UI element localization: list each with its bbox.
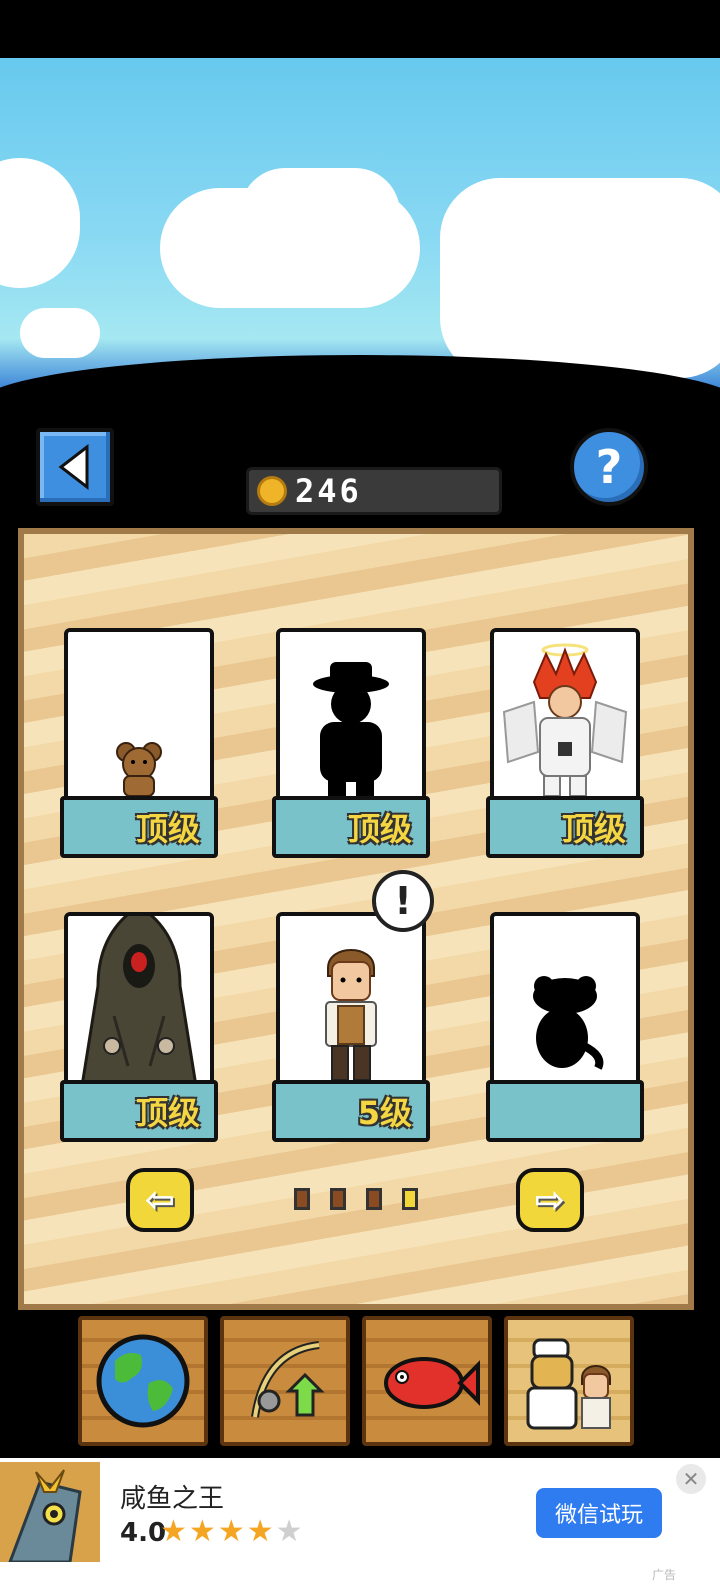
star-icon: ★ bbox=[160, 1514, 189, 1549]
page-dot bbox=[294, 1188, 310, 1210]
card-portrait bbox=[490, 628, 640, 806]
character-card[interactable]: 顶级 bbox=[60, 628, 218, 858]
back-arrow-icon bbox=[58, 443, 89, 491]
level-tag: 顶级 bbox=[60, 796, 218, 858]
angel-hero-icon bbox=[502, 643, 628, 797]
silhouette-dog-icon bbox=[533, 976, 604, 1070]
globe-icon bbox=[96, 1334, 190, 1428]
ad-label: 广告 bbox=[652, 1568, 677, 1582]
ad-play-button[interactable]: 微信试玩 bbox=[536, 1488, 662, 1538]
ad-close-icon[interactable]: ✕ bbox=[676, 1464, 706, 1494]
level-label: 顶级 bbox=[135, 1094, 200, 1132]
help-icon: ? bbox=[595, 440, 623, 494]
new-badge-icon: ! bbox=[372, 870, 434, 932]
ad-app-icon bbox=[0, 1462, 100, 1562]
sky-background bbox=[0, 58, 720, 388]
level-label: 顶级 bbox=[135, 810, 200, 848]
fishing-rod-upgrade-icon bbox=[251, 1341, 325, 1418]
character-card[interactable]: 顶级 bbox=[486, 628, 644, 858]
page-dot bbox=[366, 1188, 382, 1210]
coin-icon bbox=[257, 476, 287, 506]
star-icon: ★ bbox=[246, 1514, 276, 1549]
prev-page-button[interactable]: ⇦ bbox=[126, 1168, 194, 1232]
fish-tab-button[interactable] bbox=[362, 1316, 492, 1446]
hooded-figure-icon bbox=[80, 916, 198, 1086]
character-card[interactable]: 5级 ! bbox=[272, 870, 434, 1142]
coin-value: 246 bbox=[295, 472, 362, 510]
badge-label: ! bbox=[394, 879, 412, 923]
left-arrow-icon: ⇦ bbox=[144, 1179, 176, 1221]
back-button[interactable] bbox=[36, 428, 114, 506]
cloud bbox=[20, 308, 100, 358]
coin-counter: 246 bbox=[246, 467, 502, 515]
card-portrait bbox=[490, 912, 640, 1090]
bear-icon bbox=[116, 742, 162, 797]
cloud bbox=[240, 168, 400, 258]
ad-title: 咸鱼之王 bbox=[120, 1484, 225, 1514]
right-arrow-icon: ⇨ bbox=[534, 1179, 566, 1221]
card-portrait bbox=[64, 912, 214, 1090]
next-page-button[interactable]: ⇨ bbox=[516, 1168, 584, 1232]
character-card[interactable] bbox=[486, 912, 644, 1142]
card-portrait bbox=[276, 628, 426, 806]
help-button[interactable]: ? bbox=[570, 428, 648, 506]
page-dot bbox=[330, 1188, 346, 1210]
character-card[interactable]: 顶级 bbox=[60, 912, 218, 1142]
star-icon: ★ bbox=[217, 1514, 247, 1549]
level-tag: 5级 bbox=[272, 1080, 430, 1142]
silhouette-hat-icon bbox=[313, 662, 389, 800]
level-tag: 顶级 bbox=[60, 1080, 218, 1142]
level-tag: 顶级 bbox=[272, 796, 430, 858]
page-dot-active bbox=[402, 1188, 418, 1210]
level-label: 5级 bbox=[357, 1094, 412, 1132]
characters-tab-button[interactable] bbox=[504, 1316, 634, 1446]
boy-character-icon bbox=[325, 949, 377, 1081]
ad-star-rating: ★★★★★ bbox=[160, 1514, 305, 1549]
world-tab-button[interactable] bbox=[78, 1316, 208, 1446]
star-icon: ★ bbox=[188, 1514, 218, 1549]
character-card[interactable]: 顶级 bbox=[272, 628, 430, 858]
fish-icon bbox=[384, 1357, 480, 1409]
cloud bbox=[440, 178, 720, 378]
level-label: 顶级 bbox=[347, 810, 412, 848]
level-tag bbox=[486, 1080, 644, 1142]
cloud bbox=[0, 158, 80, 288]
level-tag: 顶级 bbox=[486, 796, 644, 858]
level-label: 顶级 bbox=[561, 810, 626, 848]
rod-upgrade-tab-button[interactable] bbox=[220, 1316, 350, 1446]
card-portrait bbox=[276, 912, 426, 1090]
star-empty-icon: ★ bbox=[275, 1514, 305, 1549]
salted-fish-game-icon bbox=[0, 1462, 100, 1562]
characters-icon bbox=[526, 1338, 611, 1430]
card-portrait bbox=[64, 628, 214, 806]
